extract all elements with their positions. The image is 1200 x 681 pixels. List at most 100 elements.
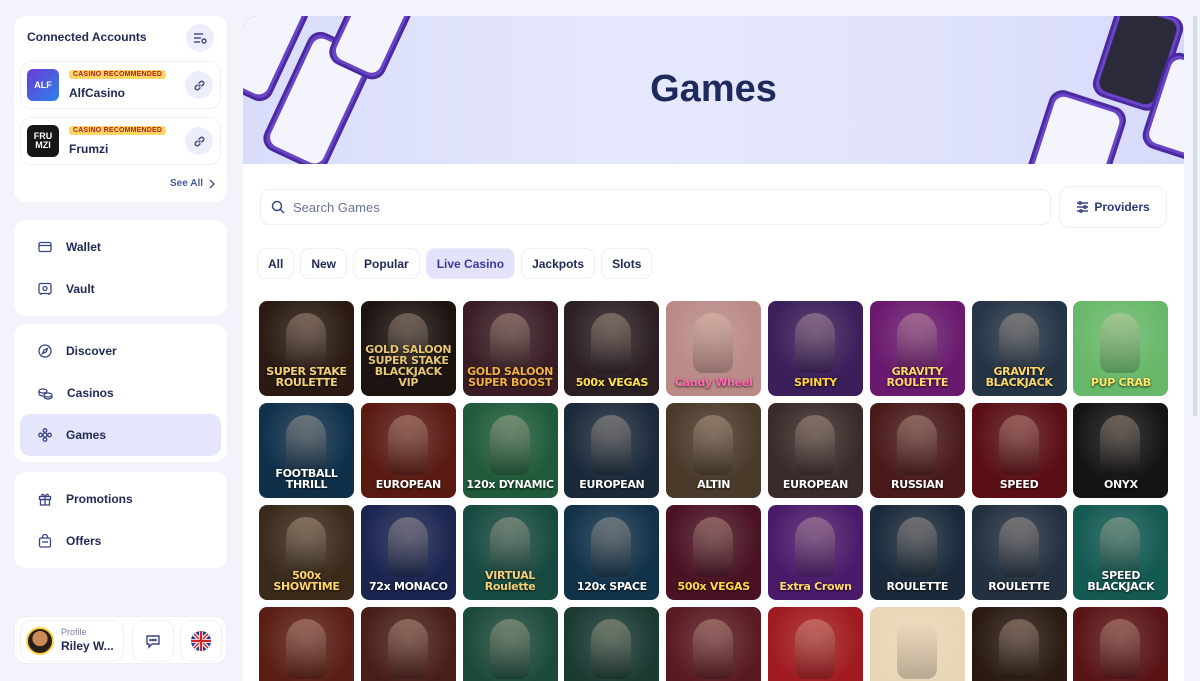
- game-tile[interactable]: EUROPEAN: [360, 403, 456, 498]
- tab-jackpots[interactable]: Jackpots: [522, 249, 595, 278]
- language-button[interactable]: [181, 621, 221, 661]
- game-tile[interactable]: AUTO: [971, 607, 1067, 681]
- sidebar-item-wallet[interactable]: Wallet: [20, 226, 221, 268]
- game-tile[interactable]: [767, 607, 863, 681]
- game-tile[interactable]: GOLD SALOON SUPER BOOST: [462, 301, 558, 396]
- game-tile[interactable]: 120x DYNAMIC: [462, 403, 558, 498]
- game-thumbnail-art: [1100, 619, 1141, 679]
- game-thumbnail-art: [998, 415, 1039, 475]
- game-thumbnail-art: [794, 415, 835, 475]
- game-tile[interactable]: GRAVITY: [1073, 607, 1169, 681]
- game-tile[interactable]: [259, 607, 354, 681]
- connected-accounts-title: Connected Accounts: [27, 30, 147, 44]
- sidebar-item-label: Wallet: [66, 240, 101, 254]
- game-title: SPINTY: [794, 376, 837, 389]
- chat-button[interactable]: [133, 621, 173, 661]
- game-tile[interactable]: 500x VEGAS: [666, 505, 762, 600]
- game-tile[interactable]: 500x SHOWTIME: [259, 505, 354, 600]
- sidebar-item-vault[interactable]: Vault: [20, 268, 221, 310]
- game-thumbnail-art: [1100, 313, 1141, 373]
- tab-live-casino[interactable]: Live Casino: [426, 249, 515, 278]
- game-title: FOOTBALL THRILL: [275, 467, 338, 491]
- sidebar-item-offers[interactable]: Offers: [20, 520, 221, 562]
- game-thumbnail-art: [591, 619, 632, 679]
- account-card-alfcasino[interactable]: ALF CASINO RECOMMENDED AlfCasino: [21, 62, 220, 108]
- search-box[interactable]: [261, 190, 1050, 224]
- game-tile[interactable]: GOLD SALOON SUPER STAKE BLACKJACK VIP: [360, 301, 456, 396]
- sidebar-item-label: Vault: [66, 282, 95, 296]
- game-tile[interactable]: TEEN: [462, 607, 558, 681]
- sidebar-item-discover[interactable]: Discover: [20, 330, 221, 372]
- sidebar-item-casinos[interactable]: Casinos: [20, 372, 221, 414]
- game-tile[interactable]: ROULETTE: [971, 505, 1067, 600]
- game-tile[interactable]: FOOTBALL THRILL: [259, 403, 354, 498]
- game-thumbnail-art: [998, 619, 1039, 679]
- game-tile[interactable]: EUROPEAN: [767, 403, 863, 498]
- game-tile[interactable]: [666, 607, 762, 681]
- tab-slots[interactable]: Slots: [602, 249, 652, 278]
- game-tile[interactable]: RUSSIAN: [869, 403, 965, 498]
- game-tile[interactable]: Extra Crown: [767, 505, 863, 600]
- tab-all[interactable]: All: [258, 249, 294, 278]
- games-grid: SUPER STAKE ROULETTE GOLD SALOON SUPER ST…: [259, 301, 1169, 681]
- profile-button[interactable]: Profile Riley W...: [21, 621, 123, 661]
- profile-name: Riley W...: [61, 639, 114, 653]
- tab-popular[interactable]: Popular: [354, 249, 419, 278]
- page-title: Games: [650, 68, 777, 110]
- wallet-icon: [38, 241, 52, 253]
- game-tile[interactable]: VIRTUAL: [869, 607, 965, 681]
- chevron-right-icon: [209, 178, 215, 189]
- game-title: ALTIN: [697, 478, 731, 491]
- game-tile[interactable]: GRAVITY BLACKJACK: [971, 301, 1067, 396]
- game-thumbnail-art: [489, 313, 530, 373]
- see-all-link[interactable]: See All: [170, 178, 215, 189]
- game-tile[interactable]: SPEED: [971, 403, 1067, 498]
- providers-button[interactable]: Providers: [1060, 187, 1166, 227]
- game-thumbnail-art: [489, 619, 530, 679]
- account-card-frumzi[interactable]: FRU MZI CASINO RECOMMENDED Frumzi: [21, 118, 220, 164]
- game-tile[interactable]: ALTIN: [666, 403, 762, 498]
- link-account-button[interactable]: [185, 127, 213, 155]
- game-tile[interactable]: Candy Wheel: [666, 301, 762, 396]
- game-title: SPEED BLACKJACK: [1087, 569, 1155, 593]
- game-tile[interactable]: 120x SPACE: [564, 505, 660, 600]
- game-title: PUP CRAB: [1090, 376, 1151, 389]
- game-tile[interactable]: 72x MONACO: [360, 505, 456, 600]
- game-tile[interactable]: PUP CRAB: [1073, 301, 1169, 396]
- chips-icon: [38, 388, 53, 400]
- game-tile[interactable]: SUPER STAKE ROULETTE: [259, 301, 354, 396]
- game-tile[interactable]: 500x VEGAS: [564, 301, 660, 396]
- sidebar-item-label: Offers: [66, 534, 102, 548]
- game-thumbnail-art: [998, 517, 1039, 577]
- page-scrollbar[interactable]: [1193, 16, 1197, 416]
- main-content: Games Providers All New Popular Live Cas…: [243, 16, 1184, 681]
- game-tile[interactable]: SPINTY: [767, 301, 863, 396]
- game-tile[interactable]: SPEED BLACKJACK: [1073, 505, 1169, 600]
- game-tile[interactable]: ROULETTE: [869, 505, 965, 600]
- game-tile[interactable]: EUROPEAN: [564, 403, 660, 498]
- game-thumbnail-art: [591, 313, 632, 373]
- link-account-button[interactable]: [185, 71, 213, 99]
- manage-accounts-button[interactable]: [186, 24, 214, 52]
- sidebar-item-promotions[interactable]: Promotions: [20, 478, 221, 520]
- games-banner: Games: [243, 16, 1184, 164]
- game-title: 120x SPACE: [576, 580, 647, 593]
- game-title: EUROPEAN: [375, 478, 441, 491]
- game-tile[interactable]: VIRTUAL Roulette: [462, 505, 558, 600]
- link-icon: [194, 80, 204, 90]
- connected-accounts-card: Connected Accounts ALF CASINO RECOMMENDE…: [14, 16, 227, 202]
- game-tile[interactable]: [360, 607, 456, 681]
- game-title: EUROPEAN: [782, 478, 849, 491]
- tab-new[interactable]: New: [301, 249, 347, 278]
- game-tile[interactable]: ONYX: [1073, 403, 1169, 498]
- gift-icon: [38, 493, 52, 506]
- game-thumbnail-art: [591, 415, 632, 475]
- search-input[interactable]: [293, 199, 993, 215]
- game-thumbnail-art: [387, 517, 428, 577]
- game-tile[interactable]: [564, 607, 660, 681]
- game-tile[interactable]: GRAVITY ROULETTE: [869, 301, 965, 396]
- game-thumbnail-art: [693, 619, 734, 679]
- filter-icon: [1077, 201, 1089, 213]
- game-thumbnail-art: [489, 415, 530, 475]
- sidebar-item-games[interactable]: Games: [20, 414, 221, 456]
